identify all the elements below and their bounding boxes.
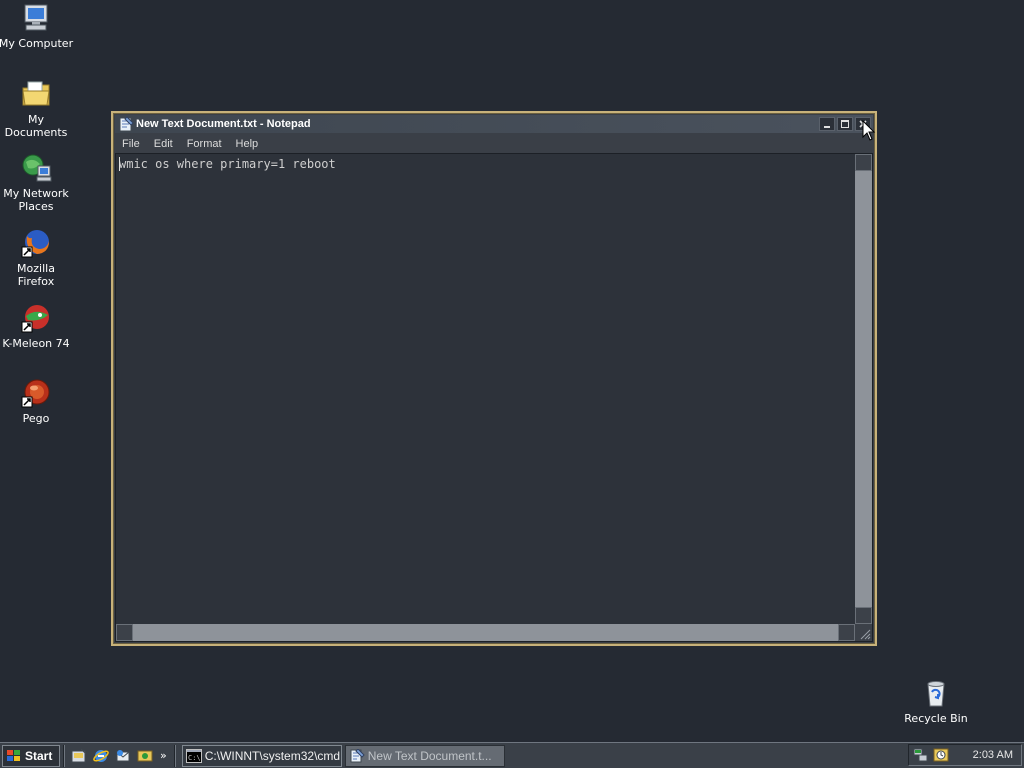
notepad-icon bbox=[119, 116, 134, 132]
desktop-icon-label: My Computer bbox=[0, 37, 74, 50]
quick-launch: » bbox=[68, 748, 171, 764]
svg-text:C:\: C:\ bbox=[188, 754, 201, 762]
text-editor-area[interactable]: wmic os where primary=1 reboot bbox=[115, 153, 873, 642]
scheduler-icon[interactable] bbox=[933, 747, 949, 763]
notepad-window[interactable]: New Text Document.txt - Notepad File Edi… bbox=[111, 111, 877, 646]
internet-explorer-icon[interactable] bbox=[93, 748, 109, 764]
menu-file[interactable]: File bbox=[115, 138, 147, 150]
desktop-icon-label: Pego bbox=[22, 412, 50, 425]
scroll-right-button[interactable] bbox=[838, 624, 855, 641]
pego-icon bbox=[21, 379, 50, 408]
mouse-pointer-icon bbox=[862, 120, 876, 141]
outlook-express-icon[interactable] bbox=[115, 748, 131, 764]
scroll-down-button[interactable] bbox=[855, 607, 872, 624]
vertical-scrollbar[interactable] bbox=[855, 154, 872, 624]
maximize-button[interactable] bbox=[837, 117, 853, 131]
desktop-icon-label: My Documents bbox=[4, 113, 68, 139]
desktop-icon-my-documents[interactable]: My Documents bbox=[0, 78, 74, 139]
show-desktop-icon[interactable] bbox=[71, 748, 87, 764]
menu-edit[interactable]: Edit bbox=[147, 138, 180, 150]
task-button-label: New Text Document.t... bbox=[367, 748, 492, 763]
minimize-icon bbox=[824, 126, 830, 128]
task-button-notepad[interactable]: New Text Document.t... bbox=[344, 744, 505, 767]
desktop-icon-label: My Network Places bbox=[3, 187, 69, 213]
menu-format[interactable]: Format bbox=[180, 138, 229, 150]
desktop-icon-firefox[interactable]: Mozilla Firefox bbox=[0, 227, 74, 288]
windows-logo-icon bbox=[7, 749, 20, 761]
taskbar-separator bbox=[63, 744, 65, 767]
menu-bar: File Edit Format Help bbox=[115, 134, 873, 153]
start-button[interactable]: Start bbox=[2, 744, 60, 767]
network-connection-icon[interactable] bbox=[913, 747, 929, 763]
resize-grip[interactable] bbox=[855, 624, 872, 641]
desktop-icon-pego[interactable]: Pego bbox=[0, 377, 74, 425]
desktop-icon-my-computer[interactable]: My Computer bbox=[0, 2, 74, 50]
editor-content[interactable]: wmic os where primary=1 reboot bbox=[119, 157, 336, 171]
maximize-icon bbox=[841, 120, 849, 128]
scroll-up-button[interactable] bbox=[855, 154, 872, 171]
desktop-icon-label: Mozilla Firefox bbox=[17, 262, 55, 288]
kmeleon-icon bbox=[21, 305, 49, 333]
scroll-left-button[interactable] bbox=[116, 624, 133, 641]
firefox-icon bbox=[21, 230, 49, 258]
task-button-cmd[interactable]: C:\ C:\WINNT\system32\cmd... bbox=[181, 744, 342, 767]
notepad-icon bbox=[350, 748, 365, 762]
taskbar: Start » C:\ C:\WINNT\system32\cmd... New… bbox=[0, 742, 1024, 768]
network-icon bbox=[22, 154, 52, 182]
menu-help[interactable]: Help bbox=[229, 138, 266, 150]
title-bar[interactable]: New Text Document.txt - Notepad bbox=[115, 115, 873, 133]
desktop-icon-label: Recycle Bin bbox=[904, 712, 968, 725]
desktop-icon-recycle-bin[interactable]: Recycle Bin bbox=[898, 677, 974, 725]
clock[interactable]: 2:03 AM bbox=[973, 749, 1013, 761]
media-player-icon[interactable] bbox=[137, 748, 153, 764]
resize-grip-icon bbox=[860, 629, 871, 640]
desktop-icon-network-places[interactable]: My Network Places bbox=[0, 152, 74, 213]
minimize-button[interactable] bbox=[819, 117, 835, 131]
taskbar-separator bbox=[173, 744, 176, 767]
desktop-icon-kmeleon[interactable]: K-Meleon 74 bbox=[0, 302, 74, 350]
recycle-bin-icon bbox=[927, 681, 945, 707]
cmd-icon: C:\ bbox=[185, 748, 202, 763]
desktop-icon-label: K-Meleon 74 bbox=[2, 337, 70, 350]
quick-launch-chevron[interactable]: » bbox=[160, 749, 167, 762]
system-tray: 2:03 AM bbox=[908, 744, 1022, 766]
task-button-label: C:\WINNT\system32\cmd... bbox=[204, 748, 342, 763]
computer-icon bbox=[24, 4, 48, 31]
window-title: New Text Document.txt - Notepad bbox=[136, 118, 311, 130]
horizontal-scrollbar[interactable] bbox=[116, 624, 855, 641]
text-caret bbox=[119, 157, 120, 171]
folder-icon bbox=[22, 81, 50, 106]
start-label: Start bbox=[25, 748, 53, 763]
